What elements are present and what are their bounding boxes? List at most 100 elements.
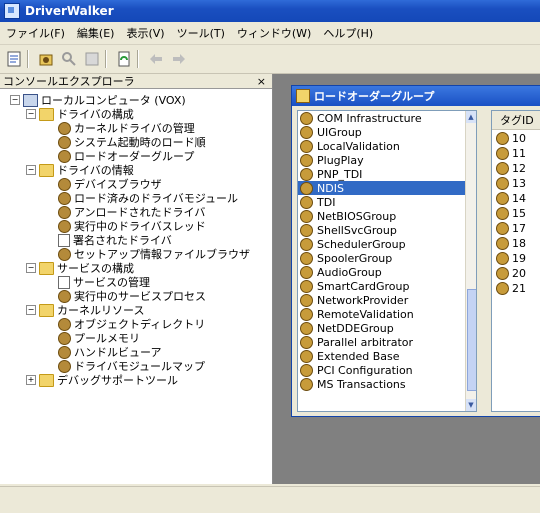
tree-item[interactable]: ハンドルビューア [58, 345, 162, 359]
tree-item[interactable]: + デバッグサポートツール [26, 373, 178, 387]
list-item[interactable]: COM Infrastructure [298, 111, 468, 125]
tree-item[interactable]: ドライバモジュールマップ [58, 359, 205, 373]
list-item[interactable]: SmartCardGroup [298, 279, 468, 293]
child-window-title-bar[interactable]: ロードオーダーグループ [292, 86, 540, 106]
list-item[interactable]: NetDDEGroup [298, 321, 468, 335]
tree-item[interactable]: セットアップ情報ファイルブラウザ [58, 247, 250, 261]
list-item[interactable]: SpoolerGroup [298, 251, 468, 265]
back-button[interactable] [147, 50, 165, 68]
list-item[interactable]: NetworkProvider [298, 293, 468, 307]
scroll-down-icon[interactable]: ▼ [466, 399, 476, 411]
list-item[interactable]: MS Transactions [298, 377, 468, 391]
list-item[interactable]: SchedulerGroup [298, 237, 468, 251]
collapse-icon[interactable]: − [26, 165, 36, 175]
list-item[interactable]: AudioGroup [298, 265, 468, 279]
list-item[interactable]: ShellSvcGroup [298, 223, 468, 237]
tree-item[interactable]: 実行中のドライバスレッド [58, 219, 206, 233]
gear-icon [58, 317, 71, 331]
pane-splitter[interactable] [478, 110, 486, 410]
list-item[interactable]: PlugPlay [298, 153, 468, 167]
tree-item[interactable]: 実行中のサービスプロセス [58, 289, 206, 303]
list-item[interactable]: Parallel arbitrator [298, 335, 468, 349]
properties-button[interactable] [5, 50, 23, 68]
tree-item[interactable]: − ドライバの情報 [26, 163, 134, 177]
list-item-label: SmartCardGroup [317, 279, 410, 293]
title-bar[interactable]: DriverWalker [0, 0, 540, 22]
scroll-thumb[interactable] [467, 289, 476, 391]
gear-icon [496, 131, 509, 145]
list-item[interactable]: Extended Base [298, 349, 468, 363]
driver-button[interactable] [37, 50, 55, 68]
tree-item[interactable]: ロード済みのドライバモジュール [58, 191, 238, 205]
forward-button[interactable] [170, 50, 188, 68]
tree-item[interactable]: ロードオーダーグループ [58, 149, 194, 163]
list-item-label: UIGroup [317, 125, 362, 139]
gear-icon [300, 139, 313, 153]
tree-item[interactable]: − サービスの構成 [26, 261, 134, 275]
tree-item[interactable]: デバイスブラウザ [58, 177, 162, 191]
list-item-label: SpoolerGroup [317, 251, 393, 265]
menu-tools[interactable]: ツール(T) [171, 25, 231, 41]
tree-item[interactable]: − ローカルコンピュータ (VOX) [10, 93, 186, 107]
gear-icon [300, 223, 313, 237]
scroll-up-icon[interactable]: ▲ [466, 111, 476, 123]
collapse-icon[interactable]: − [26, 305, 36, 315]
tree-item[interactable]: アンロードされたドライバ [58, 205, 205, 219]
tag-id-column-header[interactable]: タグID [492, 111, 540, 130]
list-item-label: NetworkProvider [317, 293, 409, 307]
tag-row[interactable]: 14 [496, 191, 526, 205]
list-item-selected[interactable]: NDIS [298, 181, 468, 195]
tree-item[interactable]: − ドライバの構成 [26, 107, 134, 121]
gear-icon [300, 209, 313, 223]
expand-icon[interactable]: + [26, 375, 36, 385]
tag-row[interactable]: 15 [496, 206, 526, 220]
tag-row[interactable]: 21 [496, 281, 526, 295]
menu-help[interactable]: ヘルプ(H) [317, 25, 379, 41]
tag-row[interactable]: 20 [496, 266, 526, 280]
search-button[interactable] [60, 50, 78, 68]
tag-row[interactable]: 17 [496, 221, 526, 235]
list-item-label: TDI [317, 195, 336, 209]
toolbar-separator [137, 50, 138, 68]
list-item[interactable]: NetBIOSGroup [298, 209, 468, 223]
gear-icon [300, 251, 313, 265]
close-pane-button[interactable]: × [257, 75, 266, 88]
menu-file[interactable]: ファイル(F) [0, 25, 71, 41]
menu-window[interactable]: ウィンドウ(W) [231, 25, 317, 41]
menu-edit[interactable]: 編集(E) [71, 25, 121, 41]
tag-row[interactable]: 10 [496, 131, 526, 145]
gear-icon [58, 219, 71, 233]
document-icon [58, 233, 70, 247]
tree-item[interactable]: − カーネルリソース [26, 303, 144, 317]
tag-list[interactable]: タグID 10 11 12 13 14 15 17 18 19 20 21 [491, 110, 540, 412]
tag-value: 19 [512, 251, 526, 265]
tree-item[interactable]: サービスの管理 [58, 275, 150, 289]
tag-row[interactable]: 18 [496, 236, 526, 250]
tree-item[interactable]: オブジェクトディレクトリ [58, 317, 205, 331]
tag-row[interactable]: 12 [496, 161, 526, 175]
options-button[interactable] [83, 50, 101, 68]
list-item[interactable]: PNP_TDI [298, 167, 468, 181]
list-item[interactable]: RemoteValidation [298, 307, 468, 321]
list-item[interactable]: TDI [298, 195, 468, 209]
tree-item[interactable]: カーネルドライバの管理 [58, 121, 195, 135]
document-icon [58, 275, 70, 289]
console-explorer-title: コンソールエクスプローラ [3, 75, 135, 88]
tree-item[interactable]: プールメモリ [58, 331, 140, 345]
collapse-icon[interactable]: − [26, 109, 36, 119]
collapse-icon[interactable]: − [10, 95, 20, 105]
menu-view[interactable]: 表示(V) [120, 25, 170, 41]
tag-row[interactable]: 11 [496, 146, 526, 160]
list-item[interactable]: UIGroup [298, 125, 468, 139]
list-item[interactable]: PCI Configuration [298, 363, 468, 377]
group-list-scrollbar[interactable]: ▲ ▼ [465, 111, 476, 411]
collapse-icon[interactable]: − [26, 263, 36, 273]
tag-row[interactable]: 19 [496, 251, 526, 265]
group-list[interactable]: COM Infrastructure UIGroup LocalValidati… [297, 110, 477, 412]
gear-icon [58, 205, 71, 219]
tag-row[interactable]: 13 [496, 176, 526, 190]
list-item[interactable]: LocalValidation [298, 139, 468, 153]
tree-item[interactable]: 署名されたドライバ [58, 233, 172, 247]
refresh-button[interactable] [115, 50, 133, 68]
tree-item[interactable]: システム起動時のロード順 [58, 135, 206, 149]
